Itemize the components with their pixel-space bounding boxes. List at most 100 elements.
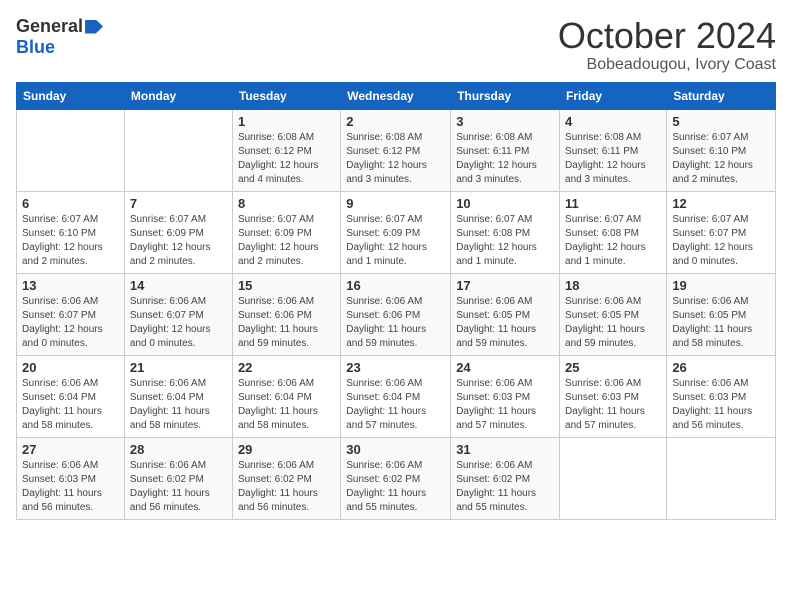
calendar-cell: 29 Sunrise: 6:06 AM Sunset: 6:02 PM Dayli… — [232, 437, 340, 519]
day-info: Sunrise: 6:06 AM Sunset: 6:03 PM Dayligh… — [672, 377, 770, 433]
day-info: Sunrise: 6:06 AM Sunset: 6:02 PM Dayligh… — [456, 459, 554, 515]
day-number: 16 — [346, 278, 445, 293]
day-number: 30 — [346, 442, 445, 457]
calendar-week-row: 27 Sunrise: 6:06 AM Sunset: 6:03 PM Dayli… — [17, 437, 776, 519]
day-info: Sunrise: 6:07 AM Sunset: 6:10 PM Dayligh… — [672, 131, 770, 187]
day-info: Sunrise: 6:06 AM Sunset: 6:03 PM Dayligh… — [456, 377, 554, 433]
calendar-header-saturday: Saturday — [667, 82, 776, 109]
day-number: 19 — [672, 278, 770, 293]
day-info: Sunrise: 6:06 AM Sunset: 6:04 PM Dayligh… — [346, 377, 445, 433]
day-info: Sunrise: 6:06 AM Sunset: 6:06 PM Dayligh… — [238, 295, 335, 351]
day-info: Sunrise: 6:06 AM Sunset: 6:04 PM Dayligh… — [238, 377, 335, 433]
day-number: 29 — [238, 442, 335, 457]
day-number: 25 — [565, 360, 661, 375]
day-info: Sunrise: 6:06 AM Sunset: 6:02 PM Dayligh… — [238, 459, 335, 515]
calendar-cell — [124, 109, 232, 191]
calendar-table: SundayMondayTuesdayWednesdayThursdayFrid… — [16, 82, 776, 520]
calendar-header-wednesday: Wednesday — [341, 82, 451, 109]
day-info: Sunrise: 6:08 AM Sunset: 6:12 PM Dayligh… — [346, 131, 445, 187]
calendar-cell: 5 Sunrise: 6:07 AM Sunset: 6:10 PM Daylig… — [667, 109, 776, 191]
day-number: 28 — [130, 442, 227, 457]
calendar-cell: 13Sunrise: 6:06 AM Sunset: 6:07 PM Dayli… — [17, 273, 125, 355]
day-info: Sunrise: 6:06 AM Sunset: 6:06 PM Dayligh… — [346, 295, 445, 351]
day-number: 31 — [456, 442, 554, 457]
day-number: 9 — [346, 196, 445, 211]
calendar-cell: 26 Sunrise: 6:06 AM Sunset: 6:03 PM Dayli… — [667, 355, 776, 437]
calendar-week-row: 1Sunrise: 6:08 AM Sunset: 6:12 PM Daylig… — [17, 109, 776, 191]
day-info: Sunrise: 6:06 AM Sunset: 6:03 PM Dayligh… — [565, 377, 661, 433]
day-number: 26 — [672, 360, 770, 375]
day-number: 18 — [565, 278, 661, 293]
calendar-cell — [560, 437, 667, 519]
page-header: General Blue October 2024 Bobeadougou, I… — [16, 16, 776, 74]
calendar-week-row: 13Sunrise: 6:06 AM Sunset: 6:07 PM Dayli… — [17, 273, 776, 355]
calendar-cell: 19 Sunrise: 6:06 AM Sunset: 6:05 PM Dayli… — [667, 273, 776, 355]
calendar-cell: 11 Sunrise: 6:07 AM Sunset: 6:08 PM Dayli… — [560, 191, 667, 273]
calendar-cell: 31 Sunrise: 6:06 AM Sunset: 6:02 PM Dayli… — [451, 437, 560, 519]
logo-arrow-icon — [85, 20, 103, 34]
calendar-week-row: 6Sunrise: 6:07 AM Sunset: 6:10 PM Daylig… — [17, 191, 776, 273]
calendar-cell: 17 Sunrise: 6:06 AM Sunset: 6:05 PM Dayli… — [451, 273, 560, 355]
day-info: Sunrise: 6:06 AM Sunset: 6:05 PM Dayligh… — [672, 295, 770, 351]
calendar-cell: 25 Sunrise: 6:06 AM Sunset: 6:03 PM Dayli… — [560, 355, 667, 437]
day-info: Sunrise: 6:07 AM Sunset: 6:09 PM Dayligh… — [238, 213, 335, 269]
calendar-cell: 2 Sunrise: 6:08 AM Sunset: 6:12 PM Daylig… — [341, 109, 451, 191]
day-info: Sunrise: 6:07 AM Sunset: 6:08 PM Dayligh… — [456, 213, 554, 269]
day-number: 15 — [238, 278, 335, 293]
day-number: 4 — [565, 114, 661, 129]
day-info: Sunrise: 6:06 AM Sunset: 6:04 PM Dayligh… — [22, 377, 119, 433]
day-number: 7 — [130, 196, 227, 211]
calendar-cell: 7 Sunrise: 6:07 AM Sunset: 6:09 PM Daylig… — [124, 191, 232, 273]
day-number: 21 — [130, 360, 227, 375]
calendar-cell — [667, 437, 776, 519]
day-info: Sunrise: 6:07 AM Sunset: 6:08 PM Dayligh… — [565, 213, 661, 269]
day-info: Sunrise: 6:08 AM Sunset: 6:11 PM Dayligh… — [456, 131, 554, 187]
calendar-header-friday: Friday — [560, 82, 667, 109]
calendar-cell: 20Sunrise: 6:06 AM Sunset: 6:04 PM Dayli… — [17, 355, 125, 437]
day-number: 8 — [238, 196, 335, 211]
calendar-cell: 6Sunrise: 6:07 AM Sunset: 6:10 PM Daylig… — [17, 191, 125, 273]
calendar-cell: 8 Sunrise: 6:07 AM Sunset: 6:09 PM Daylig… — [232, 191, 340, 273]
calendar-cell: 21Sunrise: 6:06 AM Sunset: 6:04 PM Dayli… — [124, 355, 232, 437]
day-number: 2 — [346, 114, 445, 129]
calendar-cell: 1Sunrise: 6:08 AM Sunset: 6:12 PM Daylig… — [232, 109, 340, 191]
calendar-cell: 27 Sunrise: 6:06 AM Sunset: 6:03 PM Dayli… — [17, 437, 125, 519]
calendar-week-row: 20Sunrise: 6:06 AM Sunset: 6:04 PM Dayli… — [17, 355, 776, 437]
calendar-cell: 18 Sunrise: 6:06 AM Sunset: 6:05 PM Dayli… — [560, 273, 667, 355]
day-info: Sunrise: 6:07 AM Sunset: 6:09 PM Dayligh… — [130, 213, 227, 269]
day-number: 27 — [22, 442, 119, 457]
day-info: Sunrise: 6:06 AM Sunset: 6:05 PM Dayligh… — [456, 295, 554, 351]
calendar-cell: 22 Sunrise: 6:06 AM Sunset: 6:04 PM Dayli… — [232, 355, 340, 437]
calendar-cell: 28 Sunrise: 6:06 AM Sunset: 6:02 PM Dayli… — [124, 437, 232, 519]
calendar-cell: 10Sunrise: 6:07 AM Sunset: 6:08 PM Dayli… — [451, 191, 560, 273]
calendar-header-sunday: Sunday — [17, 82, 125, 109]
day-number: 12 — [672, 196, 770, 211]
day-number: 13 — [22, 278, 119, 293]
month-title: October 2024 — [558, 16, 776, 56]
logo-general-text: General — [16, 16, 83, 37]
calendar-cell: 9Sunrise: 6:07 AM Sunset: 6:09 PM Daylig… — [341, 191, 451, 273]
location: Bobeadougou, Ivory Coast — [558, 56, 776, 74]
day-number: 5 — [672, 114, 770, 129]
calendar-cell: 23 Sunrise: 6:06 AM Sunset: 6:04 PM Dayli… — [341, 355, 451, 437]
day-number: 6 — [22, 196, 119, 211]
day-info: Sunrise: 6:08 AM Sunset: 6:12 PM Dayligh… — [238, 131, 335, 187]
day-info: Sunrise: 6:06 AM Sunset: 6:02 PM Dayligh… — [130, 459, 227, 515]
logo: General Blue — [16, 16, 103, 58]
day-number: 14 — [130, 278, 227, 293]
day-number: 23 — [346, 360, 445, 375]
logo-blue-text: Blue — [16, 37, 55, 58]
day-number: 22 — [238, 360, 335, 375]
day-info: Sunrise: 6:06 AM Sunset: 6:03 PM Dayligh… — [22, 459, 119, 515]
calendar-cell: 4Sunrise: 6:08 AM Sunset: 6:11 PM Daylig… — [560, 109, 667, 191]
day-number: 11 — [565, 196, 661, 211]
calendar-cell: 24Sunrise: 6:06 AM Sunset: 6:03 PM Dayli… — [451, 355, 560, 437]
day-info: Sunrise: 6:07 AM Sunset: 6:07 PM Dayligh… — [672, 213, 770, 269]
day-info: Sunrise: 6:06 AM Sunset: 6:05 PM Dayligh… — [565, 295, 661, 351]
day-number: 17 — [456, 278, 554, 293]
day-number: 3 — [456, 114, 554, 129]
calendar-cell: 30Sunrise: 6:06 AM Sunset: 6:02 PM Dayli… — [341, 437, 451, 519]
calendar-header-monday: Monday — [124, 82, 232, 109]
calendar-header-thursday: Thursday — [451, 82, 560, 109]
title-section: October 2024 Bobeadougou, Ivory Coast — [558, 16, 776, 74]
